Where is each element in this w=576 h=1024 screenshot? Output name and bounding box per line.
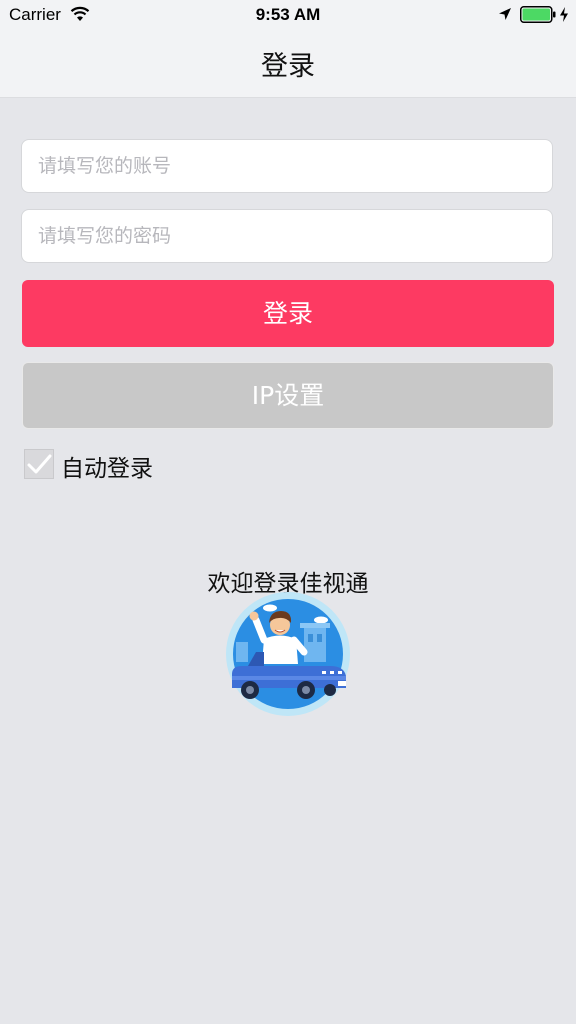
location-arrow-icon	[499, 8, 511, 20]
status-bar: Carrier 9:53 AM	[0, 0, 576, 30]
ip-settings-button[interactable]: IP设置	[22, 362, 554, 429]
battery-icon	[520, 6, 556, 23]
page-title: 登录	[261, 51, 315, 82]
auto-login-checkbox[interactable]	[24, 449, 54, 479]
charging-bolt-icon	[560, 7, 568, 22]
account-input[interactable]	[21, 139, 553, 193]
status-time: 9:53 AM	[255, 5, 321, 24]
auto-login-label: 自动登录	[61, 456, 153, 482]
app-logo	[226, 592, 350, 716]
navigation-bar: 登录	[0, 30, 576, 98]
password-input[interactable]	[21, 209, 553, 263]
login-button[interactable]: 登录	[22, 280, 554, 347]
checkmark-icon	[27, 454, 52, 474]
